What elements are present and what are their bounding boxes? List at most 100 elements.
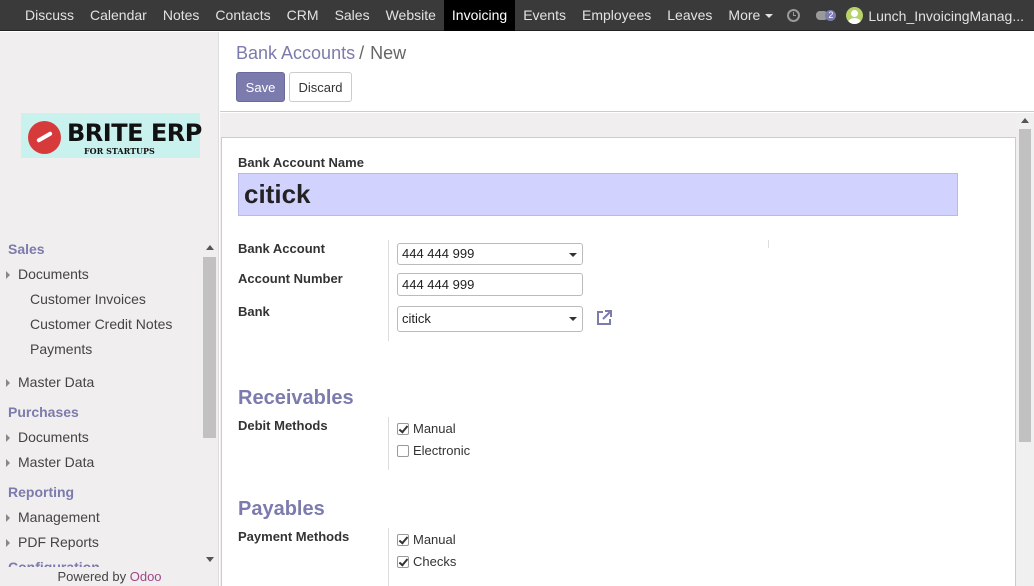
- menu-employees[interactable]: Employees: [574, 0, 659, 31]
- caret-right-icon: [6, 271, 10, 279]
- scroll-down-icon[interactable]: [206, 557, 214, 562]
- account-number-label: Account Number: [238, 271, 343, 286]
- sidebar-item-label: Documents: [18, 429, 89, 445]
- sidebar-item-payments[interactable]: Payments: [0, 337, 202, 362]
- checkbox-checked[interactable]: [397, 423, 409, 435]
- bank-select[interactable]: citick: [397, 306, 583, 332]
- top-navbar: Discuss Calendar Notes Contacts CRM Sale…: [0, 0, 1034, 31]
- payment-methods-label: Payment Methods: [238, 529, 350, 544]
- sidebar-item-label: Master Data: [18, 454, 95, 470]
- payment-method-manual[interactable]: Manual: [397, 532, 456, 548]
- sidebar-section-purchases[interactable]: Purchases: [0, 400, 202, 425]
- sidebar-item-purchases-master-data[interactable]: Master Data: [0, 450, 202, 475]
- activity-clock-icon[interactable]: [787, 9, 801, 22]
- sidebar-item-customer-credit-notes[interactable]: Customer Credit Notes: [0, 312, 202, 337]
- bank-label: Bank: [238, 304, 270, 319]
- menu-more-label: More: [728, 7, 761, 23]
- external-link-icon[interactable]: [595, 309, 613, 327]
- debit-manual-label: Manual: [413, 421, 456, 436]
- scroll-up-icon[interactable]: [1021, 118, 1029, 123]
- message-count-badge: 2: [825, 9, 837, 21]
- checkbox-checked[interactable]: [397, 534, 409, 546]
- menu-contacts[interactable]: Contacts: [207, 0, 278, 31]
- menu-leaves[interactable]: Leaves: [659, 0, 720, 31]
- sidebar-section-reporting[interactable]: Reporting: [0, 480, 202, 505]
- form-scrollbar[interactable]: [1017, 113, 1034, 586]
- messaging-icon[interactable]: 2: [816, 9, 837, 23]
- scrollbar-thumb[interactable]: [203, 257, 216, 438]
- powered-by: Powered by Odoo: [0, 567, 218, 586]
- sidebar-scrollbar[interactable]: [202, 242, 217, 566]
- receivables-title: Receivables: [238, 387, 354, 409]
- form-view: Bank Account Name citick Bank Account Ac…: [220, 113, 1034, 586]
- payment-manual-label: Manual: [413, 532, 456, 547]
- field-divider: [768, 240, 769, 248]
- caret-right-icon: [6, 434, 10, 442]
- breadcrumb: Bank Accounts / New: [236, 43, 406, 64]
- menu-crm[interactable]: CRM: [279, 0, 327, 31]
- bank-account-select[interactable]: 444 444 999: [397, 243, 583, 265]
- field-divider: [388, 528, 389, 586]
- checkbox-unchecked[interactable]: [397, 445, 409, 457]
- debit-method-manual[interactable]: Manual: [397, 421, 456, 437]
- bank-account-name-label: Bank Account Name: [238, 155, 364, 170]
- sidebar-item-pdf-reports[interactable]: PDF Reports: [0, 530, 202, 555]
- scroll-up-icon[interactable]: [206, 245, 214, 250]
- account-number-input[interactable]: 444 444 999: [397, 273, 583, 296]
- sidebar-item-sales-documents[interactable]: Documents: [0, 262, 202, 287]
- debit-electronic-label: Electronic: [413, 443, 471, 458]
- save-button[interactable]: Save: [236, 72, 285, 102]
- checkbox-checked[interactable]: [397, 556, 409, 568]
- user-avatar[interactable]: [846, 7, 864, 24]
- discard-button[interactable]: Discard: [289, 72, 352, 102]
- company-logo: BRITE ERP FOR STARTUPS: [21, 113, 202, 158]
- menu-website[interactable]: Website: [378, 0, 444, 31]
- breadcrumb-bank-accounts[interactable]: Bank Accounts: [236, 43, 355, 63]
- sidebar-item-label: Documents: [18, 266, 89, 282]
- debit-method-electronic[interactable]: Electronic: [397, 443, 470, 459]
- payment-checks-label: Checks: [413, 554, 457, 569]
- sidebar: BRITE ERP FOR STARTUPS Sales Documents C…: [0, 32, 219, 586]
- user-menu[interactable]: Lunch_InvoicingManag...: [868, 8, 1024, 24]
- menu-discuss[interactable]: Discuss: [17, 0, 82, 31]
- sidebar-item-label: PDF Reports: [18, 534, 99, 550]
- sidebar-section-sales[interactable]: Sales: [0, 237, 202, 262]
- systray: 2 Lunch_InvoicingManag...: [787, 0, 1024, 31]
- bank-value: citick: [402, 311, 431, 326]
- dropdown-arrow-icon: [569, 317, 577, 321]
- field-divider: [388, 417, 389, 470]
- field-divider: [388, 240, 389, 341]
- sidebar-item-purchases-documents[interactable]: Documents: [0, 425, 202, 450]
- odoo-link[interactable]: Odoo: [130, 569, 162, 584]
- bank-account-label: Bank Account: [238, 241, 325, 256]
- scrollbar-thumb[interactable]: [1019, 129, 1031, 442]
- sidebar-nav: Sales Documents Customer Invoices Custom…: [0, 237, 202, 580]
- sidebar-item-label: Master Data: [18, 374, 95, 390]
- control-panel: Bank Accounts / New Save Discard: [220, 32, 1034, 112]
- payment-method-checks[interactable]: Checks: [397, 554, 456, 570]
- sidebar-item-sales-master-data[interactable]: Master Data: [0, 370, 202, 395]
- form-sheet: Bank Account Name citick Bank Account Ac…: [221, 137, 1016, 586]
- dropdown-arrow-icon: [569, 253, 577, 257]
- caret-right-icon: [6, 459, 10, 467]
- logo-tagline: FOR STARTUPS: [84, 146, 155, 156]
- bank-account-name-input[interactable]: citick: [238, 173, 958, 216]
- menu-events[interactable]: Events: [515, 0, 574, 31]
- sidebar-item-customer-invoices[interactable]: Customer Invoices: [0, 287, 202, 312]
- menu-more[interactable]: More: [720, 0, 781, 31]
- breadcrumb-current: New: [370, 43, 407, 63]
- menu-sales[interactable]: Sales: [327, 0, 378, 31]
- caret-down-icon: [765, 14, 774, 19]
- logo-mark-icon: [28, 121, 61, 154]
- payables-title: Payables: [238, 498, 325, 520]
- menu-calendar[interactable]: Calendar: [82, 0, 155, 31]
- menu-invoicing[interactable]: Invoicing: [443, 0, 516, 31]
- debit-methods-label: Debit Methods: [238, 418, 328, 433]
- menu-notes[interactable]: Notes: [155, 0, 208, 31]
- bank-account-value: 444 444 999: [402, 246, 475, 261]
- caret-right-icon: [6, 539, 10, 547]
- logo-brand: BRITE ERP: [67, 119, 202, 147]
- sidebar-item-label: Management: [18, 509, 100, 525]
- caret-right-icon: [6, 514, 10, 522]
- sidebar-item-management[interactable]: Management: [0, 505, 202, 530]
